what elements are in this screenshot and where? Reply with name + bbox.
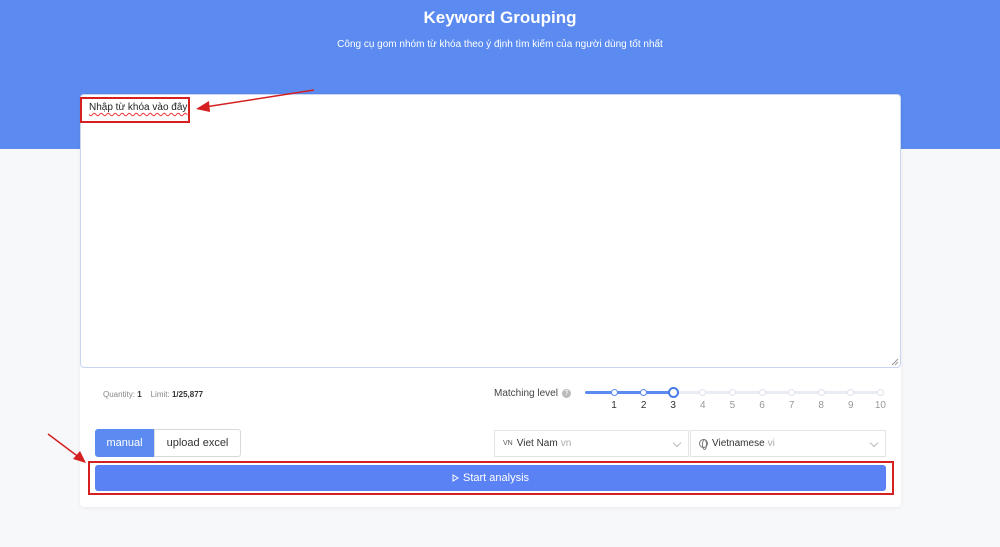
placeholder-highlight-box [80, 97, 190, 123]
country-flag-code: VN [503, 440, 513, 447]
slider-tick-label: 3 [670, 400, 676, 411]
chevron-down-icon [672, 438, 682, 448]
help-icon[interactable]: ? [561, 389, 571, 398]
slider-tick-label: 1 [611, 400, 617, 411]
slider-dot[interactable] [728, 389, 736, 396]
slider-dot[interactable] [758, 389, 766, 396]
slider-track [585, 391, 674, 394]
globe-icon [699, 439, 708, 450]
slider-tick-label: 10 [874, 400, 886, 411]
language-select[interactable]: Vietnamese vi [690, 430, 886, 457]
slider-dot[interactable] [610, 389, 618, 396]
slider-dot[interactable] [817, 389, 825, 396]
country-select-suffix: vn [560, 438, 572, 449]
country-select-value: Viet Nam [516, 438, 558, 449]
matching-level-slider[interactable]: 1 2 3 4 5 6 7 8 9 10 [585, 385, 886, 411]
slider-tick-label: 8 [818, 400, 824, 411]
limit-value: 1/25,877 [171, 390, 204, 399]
quantity-label: Quantity: [103, 390, 136, 399]
slider-dot[interactable] [699, 389, 707, 396]
slider-tick-label: 2 [640, 400, 647, 411]
slider-tick-label: 5 [729, 400, 736, 411]
slider-dot[interactable] [640, 389, 648, 396]
quantity-stats: Quantity: 1 Limit: 1/25,877 [103, 390, 203, 399]
slider-dot[interactable] [847, 389, 855, 396]
slider-tick-label: 6 [759, 400, 765, 411]
quantity-value: 1 [137, 390, 142, 399]
slider-tick-label: 4 [700, 400, 706, 411]
manual-tab-button[interactable]: manual [95, 429, 154, 457]
keywords-textarea[interactable] [80, 94, 901, 368]
slider-dot[interactable] [876, 389, 884, 396]
limit-label: Limit: [150, 390, 170, 399]
language-select-suffix: vi [767, 438, 775, 449]
upload-excel-tab-button[interactable]: upload excel [154, 429, 241, 457]
page-subtitle: Công cụ gom nhóm từ khóa theo ý định tìm… [337, 39, 663, 50]
page-title: Keyword Grouping [423, 8, 577, 27]
matching-level-label: Matching level ? [494, 388, 571, 399]
slider-dot[interactable] [788, 389, 796, 396]
slider-tick-label: 7 [788, 400, 795, 411]
slider-tick-label: 9 [848, 400, 854, 411]
slider-handle[interactable] [667, 387, 679, 398]
resize-handle-icon[interactable] [889, 356, 899, 366]
country-select[interactable]: VN Viet Nam vn [494, 430, 689, 457]
language-select-value: Vietnamese [712, 438, 765, 449]
matching-level-text: Matching level [494, 388, 558, 399]
start-button-highlight-box [88, 461, 894, 495]
chevron-down-icon [869, 438, 879, 448]
